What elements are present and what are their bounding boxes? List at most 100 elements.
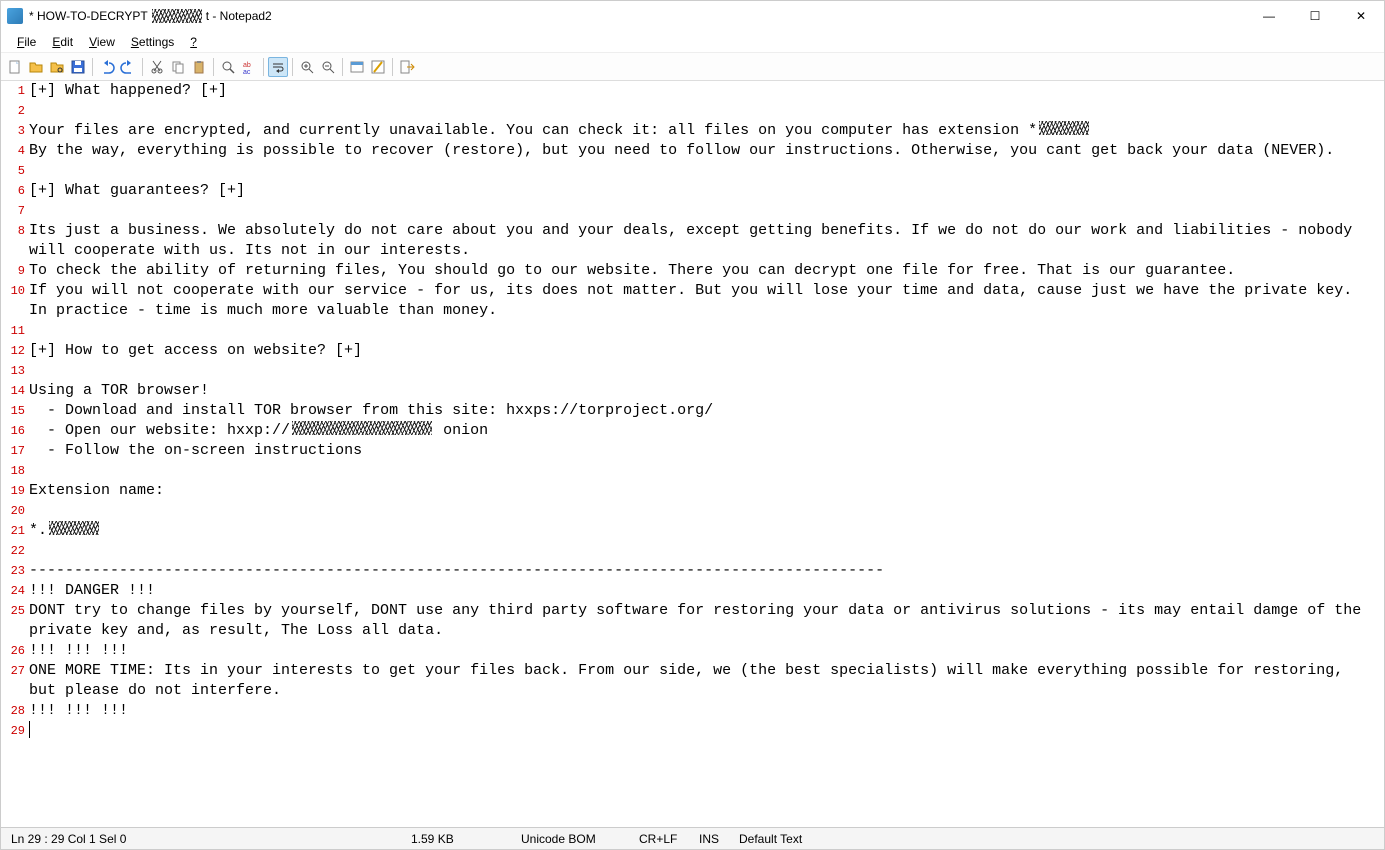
wordwrap-icon[interactable] [268, 57, 288, 77]
exit-icon[interactable] [397, 57, 417, 77]
zoom-in-icon[interactable] [297, 57, 317, 77]
line-number: 17 [1, 441, 25, 461]
status-eol[interactable]: CR+LF [635, 832, 695, 846]
line-number: 23 [1, 561, 25, 581]
line-number: 25 [1, 601, 25, 621]
browse-icon[interactable] [47, 57, 67, 77]
code-line[interactable]: DONT try to change files by yourself, DO… [29, 601, 1376, 641]
svg-text:ac: ac [243, 69, 251, 75]
code-line[interactable]: Extension name: [29, 481, 1376, 501]
code-line[interactable]: To check the ability of returning files,… [29, 261, 1376, 281]
toolbar-separator [213, 58, 214, 76]
code-line[interactable] [29, 201, 1376, 221]
line-number-wrap [1, 621, 25, 641]
code-line[interactable] [29, 321, 1376, 341]
line-number: 10 [1, 281, 25, 301]
menu-edit[interactable]: Edit [44, 33, 81, 51]
line-number: 5 [1, 161, 25, 181]
line-number-wrap [1, 241, 25, 261]
undo-icon[interactable] [97, 57, 117, 77]
redacted-icon [152, 9, 202, 23]
redo-icon[interactable] [118, 57, 138, 77]
toolbar-separator [392, 58, 393, 76]
line-number: 27 [1, 661, 25, 681]
line-number: 6 [1, 181, 25, 201]
code-line[interactable]: - Download and install TOR browser from … [29, 401, 1376, 421]
save-icon[interactable] [68, 57, 88, 77]
menu-file[interactable]: File [9, 33, 44, 51]
code-line[interactable]: Using a TOR browser! [29, 381, 1376, 401]
menu-view[interactable]: View [81, 33, 123, 51]
code-line[interactable]: Its just a business. We absolutely do no… [29, 221, 1376, 261]
copy-icon[interactable] [168, 57, 188, 77]
cut-icon[interactable] [147, 57, 167, 77]
line-number: 29 [1, 721, 25, 741]
code-line[interactable]: By the way, everything is possible to re… [29, 141, 1376, 161]
line-number-gutter: 12345678 910 111213141516171819202122232… [1, 81, 29, 741]
code-line[interactable] [29, 161, 1376, 181]
code-line[interactable]: - Follow the on-screen instructions [29, 441, 1376, 461]
code-line[interactable]: ----------------------------------------… [29, 561, 1376, 581]
line-number: 9 [1, 261, 25, 281]
new-file-icon[interactable] [5, 57, 25, 77]
line-number: 24 [1, 581, 25, 601]
editor-content[interactable]: [+] What happened? [+] Your files are enc… [29, 81, 1384, 741]
code-line[interactable] [29, 501, 1376, 521]
close-button[interactable]: ✕ [1338, 1, 1384, 31]
paste-icon[interactable] [189, 57, 209, 77]
line-number: 13 [1, 361, 25, 381]
status-mode[interactable]: INS [695, 832, 735, 846]
replace-icon[interactable]: abac [239, 57, 259, 77]
code-line[interactable]: [+] What guarantees? [+] [29, 181, 1376, 201]
toolbar-separator [142, 58, 143, 76]
customize-icon[interactable] [368, 57, 388, 77]
line-number: 7 [1, 201, 25, 221]
code-line[interactable] [29, 101, 1376, 121]
code-line[interactable]: - Open our website: hxxp:// onion [29, 421, 1376, 441]
code-line[interactable] [29, 361, 1376, 381]
line-number: 11 [1, 321, 25, 341]
code-line[interactable]: !!! !!! !!! [29, 701, 1376, 721]
code-line[interactable] [29, 461, 1376, 481]
code-line[interactable] [29, 541, 1376, 561]
toolbar: abac [1, 53, 1384, 81]
app-window: * HOW-TO-DECRYPTt - Notepad2 — ☐ ✕ File … [0, 0, 1385, 850]
toolbar-separator [92, 58, 93, 76]
scheme-icon[interactable] [347, 57, 367, 77]
app-icon [7, 8, 23, 24]
code-line[interactable]: *. [29, 521, 1376, 541]
toolbar-separator [342, 58, 343, 76]
open-file-icon[interactable] [26, 57, 46, 77]
line-number: 28 [1, 701, 25, 721]
status-scheme[interactable]: Default Text [735, 832, 816, 846]
svg-text:ab: ab [243, 62, 251, 69]
maximize-button[interactable]: ☐ [1292, 1, 1338, 31]
code-line[interactable] [29, 721, 1376, 741]
line-number: 3 [1, 121, 25, 141]
find-icon[interactable] [218, 57, 238, 77]
code-line[interactable]: !!! !!! !!! [29, 641, 1376, 661]
text-cursor [29, 721, 30, 738]
code-line[interactable]: [+] What happened? [+] [29, 81, 1376, 101]
code-line[interactable]: If you will not cooperate with our servi… [29, 281, 1376, 321]
window-title: * HOW-TO-DECRYPTt - Notepad2 [29, 9, 272, 23]
zoom-out-icon[interactable] [318, 57, 338, 77]
minimize-button[interactable]: — [1246, 1, 1292, 31]
code-line[interactable]: [+] How to get access on website? [+] [29, 341, 1376, 361]
toolbar-separator [292, 58, 293, 76]
code-line[interactable]: !!! DANGER !!! [29, 581, 1376, 601]
line-number: 16 [1, 421, 25, 441]
status-encoding[interactable]: Unicode BOM [517, 832, 635, 846]
text-editor[interactable]: 12345678 910 111213141516171819202122232… [1, 81, 1384, 827]
code-line[interactable]: ONE MORE TIME: Its in your interests to … [29, 661, 1376, 701]
code-line[interactable]: Your files are encrypted, and currently … [29, 121, 1376, 141]
status-filesize: 1.59 KB [407, 832, 517, 846]
statusbar: Ln 29 : 29 Col 1 Sel 0 1.59 KB Unicode B… [1, 827, 1384, 849]
menu-settings[interactable]: Settings [123, 33, 182, 51]
line-number: 26 [1, 641, 25, 661]
menu-help[interactable]: ? [182, 33, 205, 51]
toolbar-separator [263, 58, 264, 76]
titlebar[interactable]: * HOW-TO-DECRYPTt - Notepad2 — ☐ ✕ [1, 1, 1384, 31]
line-number: 18 [1, 461, 25, 481]
menubar: File Edit View Settings ? [1, 31, 1384, 53]
